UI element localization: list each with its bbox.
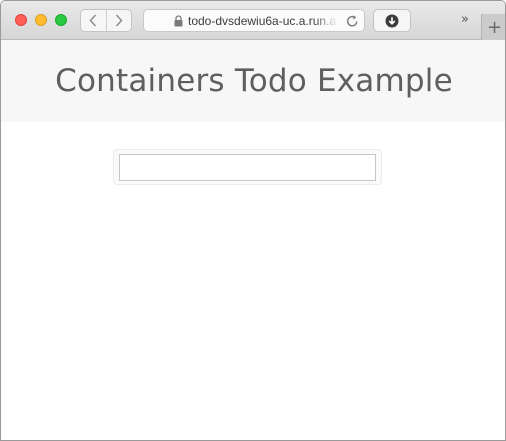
address-bar[interactable]: todo-dvsdewiu6a-uc.a.run.app <box>143 9 365 32</box>
chevron-right-icon <box>115 14 123 27</box>
maximize-window-button[interactable] <box>55 14 67 26</box>
back-button[interactable] <box>81 10 106 31</box>
chevron-left-icon <box>89 14 97 27</box>
url-fade <box>314 12 338 30</box>
page-content: Containers Todo Example <box>1 40 505 440</box>
todo-form <box>113 149 382 185</box>
browser-window: todo-dvsdewiu6a-uc.a.run.app » + Contain… <box>0 0 506 441</box>
navigation-buttons <box>80 9 132 32</box>
todo-input[interactable] <box>119 154 376 181</box>
toolbar-overflow-button[interactable]: » <box>461 11 477 29</box>
minimize-window-button[interactable] <box>35 14 47 26</box>
downloads-button[interactable] <box>373 9 411 32</box>
browser-toolbar: todo-dvsdewiu6a-uc.a.run.app » + <box>1 1 505 40</box>
download-icon <box>385 14 399 27</box>
new-tab-button[interactable]: + <box>481 14 505 40</box>
page-title: Containers Todo Example <box>55 63 453 99</box>
close-window-button[interactable] <box>15 14 27 26</box>
lock-icon <box>174 15 183 27</box>
forward-button[interactable] <box>105 10 131 31</box>
page-header: Containers Todo Example <box>1 40 505 122</box>
reload-icon[interactable] <box>346 14 359 28</box>
